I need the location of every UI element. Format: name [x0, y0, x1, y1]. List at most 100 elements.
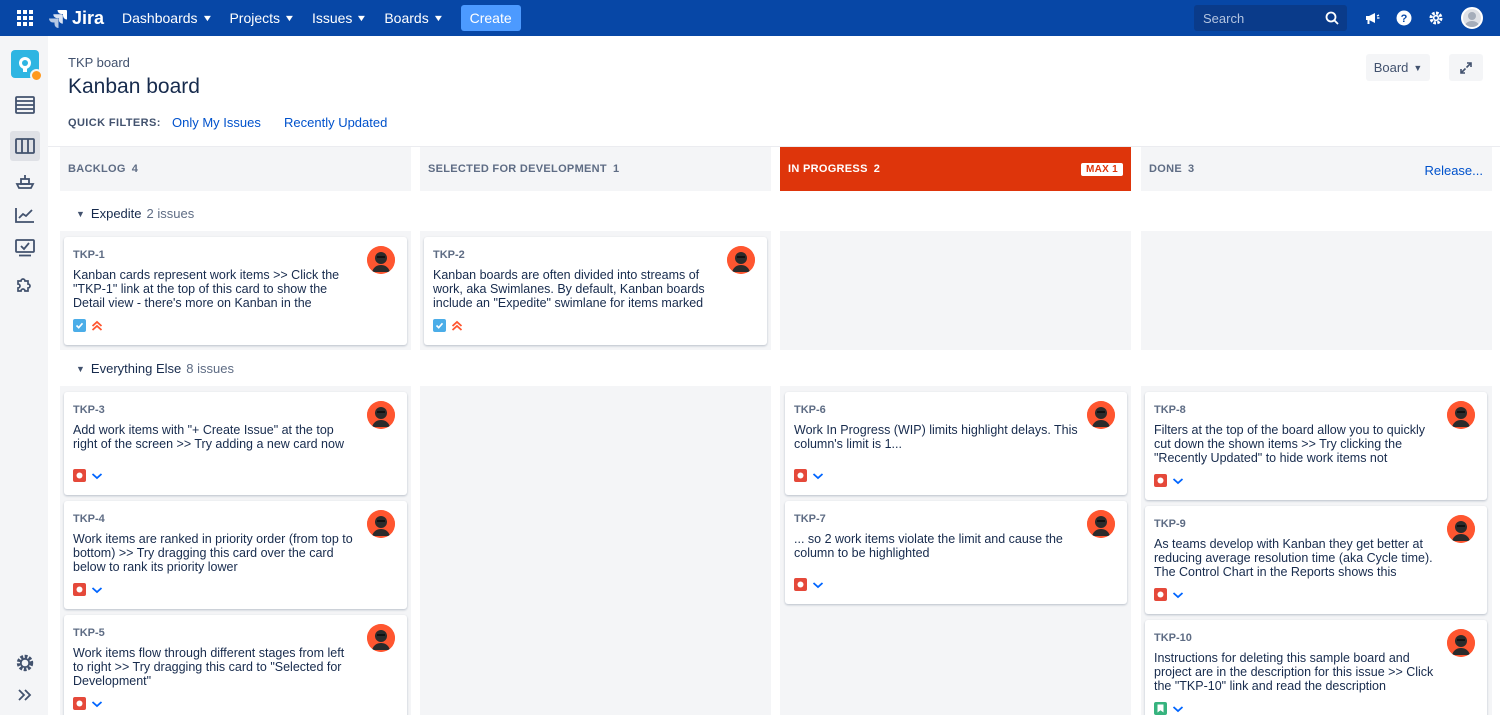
issues-icon[interactable]	[10, 233, 40, 263]
priority-low-icon	[91, 700, 103, 708]
create-button[interactable]: Create	[460, 5, 521, 31]
card-key[interactable]: TKP-6	[794, 404, 826, 416]
search-icon[interactable]	[1325, 11, 1339, 25]
assignee-avatar[interactable]	[1447, 401, 1475, 429]
card-key[interactable]: TKP-1	[73, 249, 105, 261]
chevron-down-icon: ▼	[1413, 62, 1423, 73]
story-type-icon	[1154, 702, 1167, 715]
megaphone-icon[interactable]	[1363, 9, 1381, 27]
card-key[interactable]: TKP-7	[794, 513, 826, 525]
search-input[interactable]	[1194, 10, 1314, 26]
add-ons-puzzle-icon[interactable]	[10, 269, 40, 299]
bug-type-icon	[1154, 588, 1167, 601]
bug-type-icon	[73, 469, 86, 482]
jira-logo[interactable]: Jira	[48, 8, 104, 29]
card-meta	[794, 469, 824, 482]
card-tkp-2[interactable]: TKP-2 Kanban boards are often divided in…	[424, 237, 767, 345]
card-key[interactable]: TKP-5	[73, 627, 105, 639]
search-box	[1194, 5, 1347, 31]
cell-done-expedite	[1141, 231, 1492, 350]
priority-low-icon	[1172, 477, 1184, 485]
assignee-avatar[interactable]	[1087, 510, 1115, 538]
card-tkp-9[interactable]: TKP-9 As teams develop with Kanban they …	[1145, 506, 1487, 614]
column-header-backlog: BACKLOG 4	[60, 147, 411, 191]
card-key[interactable]: TKP-9	[1154, 518, 1186, 530]
help-icon[interactable]: ?	[1395, 9, 1413, 27]
chevron-down-icon: ▼	[356, 13, 368, 23]
card-summary: Kanban cards represent work items >> Cli…	[73, 268, 340, 310]
bug-type-icon	[794, 578, 807, 591]
release-link[interactable]: Release...	[1424, 163, 1483, 178]
column-header-in-progress: IN PROGRESS 2 MAX 1	[780, 147, 1131, 191]
card-key[interactable]: TKP-10	[1154, 632, 1192, 644]
settings-gear-icon[interactable]	[1427, 9, 1445, 27]
task-type-icon	[73, 319, 86, 332]
swimlane-everything-else[interactable]: ▼ Everything Else 8 issues	[76, 361, 234, 376]
nav-boards[interactable]: Boards ▼	[384, 10, 444, 26]
bug-type-icon	[73, 697, 86, 710]
board-dropdown-button[interactable]: Board ▼	[1366, 54, 1430, 81]
card-summary: Work In Progress (WIP) limits highlight …	[794, 423, 1078, 451]
cell-selected-everything	[420, 386, 771, 715]
card-summary: Kanban boards are often divided into str…	[433, 268, 705, 310]
priority-low-icon	[91, 472, 103, 480]
nav-issues[interactable]: Issues ▼	[311, 10, 368, 26]
column-name: DONE	[1149, 163, 1182, 175]
expand-arrows-icon	[1460, 61, 1472, 74]
board-button-label: Board	[1373, 60, 1409, 75]
chevron-down-icon: ▼	[76, 208, 85, 219]
column-count: 1	[612, 163, 620, 175]
assignee-avatar[interactable]	[367, 246, 395, 274]
card-tkp-10[interactable]: TKP-10 Instructions for deleting this sa…	[1145, 620, 1487, 715]
top-navigation: Jira Dashboards ▼ Projects ▼ Issues ▼ Board…	[0, 0, 1500, 36]
assignee-avatar[interactable]	[367, 624, 395, 652]
priority-highest-icon	[451, 320, 463, 331]
project-settings-gear-icon[interactable]	[10, 648, 40, 678]
filter-recently-updated[interactable]: Recently Updated	[284, 115, 387, 130]
card-key[interactable]: TKP-8	[1154, 404, 1186, 416]
backlog-icon[interactable]	[10, 90, 40, 120]
card-key[interactable]: TKP-2	[433, 249, 465, 261]
swimlane-expedite[interactable]: ▼ Expedite 2 issues	[76, 206, 194, 221]
card-key[interactable]: TKP-4	[73, 513, 105, 525]
assignee-avatar[interactable]	[367, 510, 395, 538]
fullscreen-button[interactable]	[1449, 54, 1483, 81]
project-sidebar	[0, 36, 48, 715]
nav-dashboards[interactable]: Dashboards ▼	[122, 10, 213, 26]
card-summary: As teams develop with Kanban they get be…	[1154, 537, 1433, 579]
card-meta	[794, 578, 824, 591]
reports-chart-icon[interactable]	[10, 200, 40, 230]
breadcrumb[interactable]: TKP board	[68, 55, 130, 70]
card-tkp-7[interactable]: TKP-7 ... so 2 work items violate the li…	[785, 501, 1127, 604]
assignee-avatar[interactable]	[727, 246, 755, 274]
card-key[interactable]: TKP-3	[73, 404, 105, 416]
user-avatar[interactable]	[1461, 7, 1483, 29]
nav-projects[interactable]: Projects ▼	[229, 10, 295, 26]
card-tkp-3[interactable]: TKP-3 Add work items with "+ Create Issu…	[64, 392, 407, 495]
card-tkp-1[interactable]: TKP-1 Kanban cards represent work items …	[64, 237, 407, 345]
project-avatar[interactable]	[11, 50, 43, 82]
app-switcher-icon[interactable]	[12, 5, 38, 31]
card-tkp-5[interactable]: TKP-5 Work items flow through different …	[64, 615, 407, 715]
assignee-avatar[interactable]	[367, 401, 395, 429]
card-summary: Instructions for deleting this sample bo…	[1154, 651, 1434, 693]
releases-ship-icon[interactable]	[10, 167, 40, 197]
column-name: BACKLOG	[68, 163, 126, 175]
card-tkp-4[interactable]: TKP-4 Work items are ranked in priority …	[64, 501, 407, 609]
assignee-avatar[interactable]	[1447, 629, 1475, 657]
board-icon[interactable]	[10, 131, 40, 161]
filter-only-my-issues[interactable]: Only My Issues	[172, 115, 261, 130]
nav-boards-label: Boards	[384, 10, 429, 26]
assignee-avatar[interactable]	[1447, 515, 1475, 543]
chevron-down-icon: ▼	[201, 13, 213, 23]
nav-issues-label: Issues	[311, 10, 353, 26]
card-summary: Work items are ranked in priority order …	[73, 532, 353, 574]
card-summary: Filters at the top of the board allow yo…	[1154, 423, 1425, 465]
card-tkp-6[interactable]: TKP-6 Work In Progress (WIP) limits high…	[785, 392, 1127, 495]
card-tkp-8[interactable]: TKP-8 Filters at the top of the board al…	[1145, 392, 1487, 500]
card-meta	[73, 697, 103, 710]
expand-sidebar-icon[interactable]	[10, 680, 40, 710]
assignee-avatar[interactable]	[1087, 401, 1115, 429]
column-count: 4	[131, 163, 139, 175]
swimlane-name: Expedite	[90, 206, 142, 221]
